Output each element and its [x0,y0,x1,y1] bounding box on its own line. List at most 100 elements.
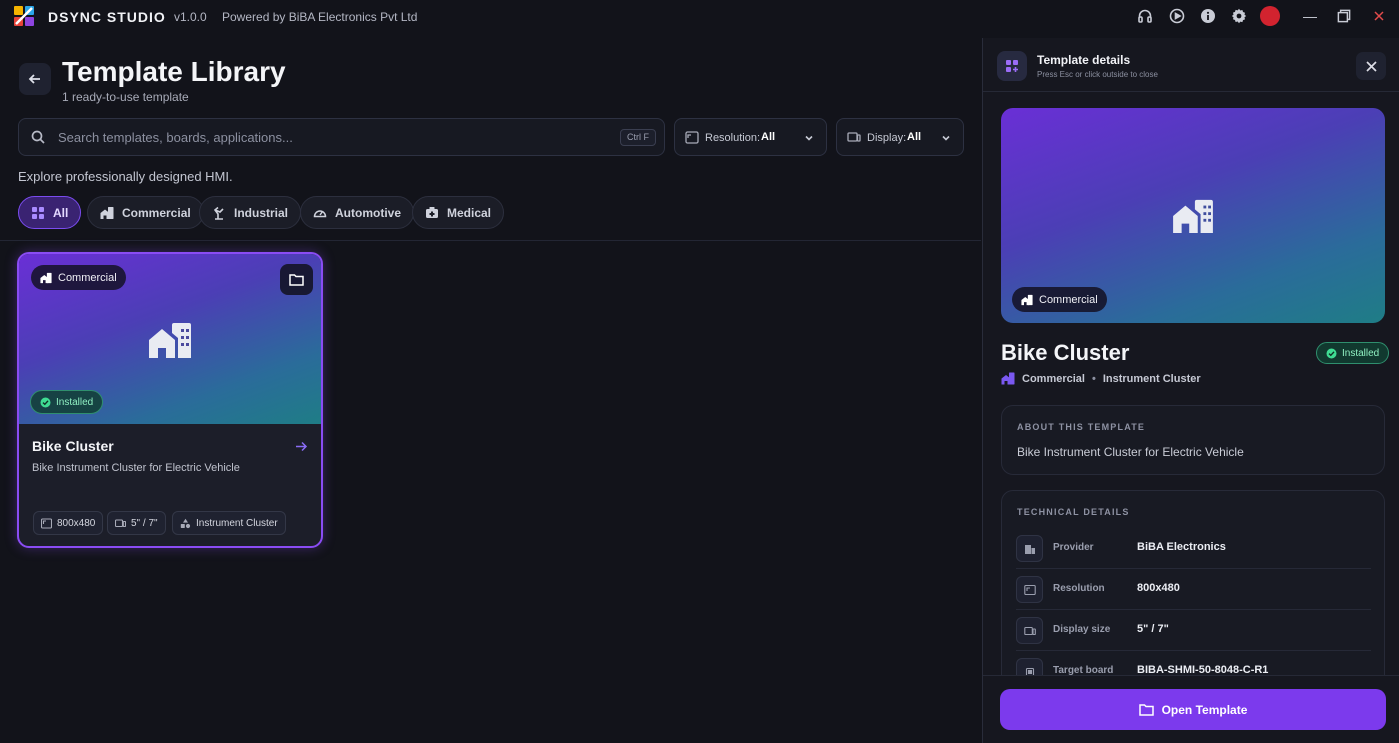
search-icon [31,130,45,144]
card-title: Bike Cluster [32,438,114,454]
play-icon[interactable] [1169,8,1185,24]
display-dropdown[interactable]: Display: All [836,118,964,156]
spec-chip-label: Instrument Cluster [196,517,278,529]
detail-label: Display size [1053,624,1111,635]
resolution-icon [685,131,699,144]
powered-by-text: Powered by BiBA Electronics Pvt Ltd [222,10,418,24]
template-library-main: Template Library 1 ready-to-use template… [0,38,981,743]
close-icon [1365,60,1377,72]
resolution-icon [41,517,52,529]
spec-chip-label: 800x480 [57,517,96,529]
app-logo-icon [14,6,34,26]
speedometer-icon [313,209,327,217]
panel-footer: Open Template [983,675,1399,743]
category-chip-label: Medical [447,205,492,220]
category-chip-label: Automotive [335,205,401,220]
detail-row-resolution: Resolution 800x480 [1016,569,1371,610]
display-label: Display: [867,132,907,144]
detail-row-display-size: Display size 5" / 7" [1016,610,1371,651]
category-chip-industrial[interactable]: Industrial [199,196,302,229]
spec-chip-type: Instrument Cluster [172,511,286,535]
folder-icon [289,274,304,286]
technical-label: TECHNICAL DETAILS [1017,507,1130,517]
building-icon [100,206,114,219]
meta-separator: • [1091,372,1096,385]
building-icon [40,272,52,283]
about-label: ABOUT THIS TEMPLATE [1017,422,1146,432]
building-icon [1016,535,1043,562]
category-chip-label: All [53,205,69,220]
check-circle-icon [1326,348,1337,358]
open-template-label: Open Template [1161,702,1248,717]
category-chip-all[interactable]: All [18,196,82,229]
spec-chip-resolution: 800x480 [33,511,104,535]
arrow-left-icon [28,74,40,84]
category-chip-label: Industrial [234,205,289,220]
resolution-dropdown[interactable]: Resolution: All [674,118,827,156]
open-folder-button[interactable] [280,264,313,295]
spec-chip-label: 5" / 7" [131,517,158,529]
meta-category: Commercial [1022,372,1085,385]
maximize-button[interactable] [1335,7,1353,25]
explore-text: Explore professionally designed HMI. [18,169,233,184]
display-icon [115,518,126,527]
arrow-right-icon[interactable] [295,440,308,453]
card-hero: Commercial Installed [19,254,321,424]
display-icon [847,132,861,142]
resolution-value: All [761,131,776,143]
chevron-down-icon [805,135,813,141]
info-icon[interactable] [1200,8,1216,24]
search-box[interactable]: Ctrl F [18,118,665,156]
panel-title: Template details [1037,53,1131,67]
installed-badge: Installed [30,390,104,414]
medical-icon [426,206,438,218]
category-badge-label: Commercial [1039,293,1098,306]
search-shortcut: Ctrl F [620,129,656,146]
gear-icon[interactable] [1231,8,1247,24]
category-chip-medical[interactable]: Medical [412,196,505,229]
close-window-button[interactable] [1371,8,1387,24]
about-text: Bike Instrument Cluster for Electric Veh… [1017,445,1244,459]
display-icon [1016,617,1043,644]
panel-hero-preview: Commercial [1001,108,1385,323]
spec-chip-display: 5" / 7" [107,511,166,535]
template-meta: Commercial • Instrument Cluster [1001,372,1201,385]
grid-plus-icon [1006,60,1018,72]
open-template-button[interactable]: Open Template [1000,689,1386,730]
detail-value: BiBA Electronics [1137,541,1226,553]
user-avatar[interactable] [1260,6,1280,26]
app-name: DSYNC STUDIO [48,9,166,25]
template-card-bike-cluster[interactable]: Commercial Installed Bike Cluster Bike I… [17,252,323,548]
building-icon [149,323,191,358]
category-badge: Commercial [1012,287,1107,312]
app-version: v1.0.0 [174,10,207,24]
category-chip-automotive[interactable]: Automotive [300,196,414,229]
meta-type: Instrument Cluster [1102,372,1201,385]
category-chip-commercial[interactable]: Commercial [87,196,204,229]
detail-value: 800x480 [1137,582,1180,594]
category-badge-label: Commercial [58,271,117,284]
headset-icon[interactable] [1137,8,1153,24]
close-panel-button[interactable] [1356,52,1386,80]
category-chip-label: Commercial [122,205,191,220]
detail-label: Provider [1053,542,1094,553]
section-divider [0,240,981,241]
detail-label: Resolution [1053,583,1105,594]
detail-value: 5" / 7" [1137,623,1169,635]
about-section: ABOUT THIS TEMPLATE Bike Instrument Clus… [1001,405,1385,475]
folder-icon [1138,704,1154,716]
resolution-icon [1016,576,1043,603]
grid-icon [32,206,44,219]
template-details-panel: Template details Press Esc or click outs… [982,38,1399,743]
check-circle-icon [40,397,51,407]
back-button[interactable] [19,63,51,95]
building-icon [1021,294,1033,305]
search-input[interactable] [58,127,598,147]
minimize-button[interactable]: — [1300,6,1320,26]
shapes-icon [180,518,191,528]
installed-label: Installed [1342,347,1380,359]
page-title: Template Library [62,56,286,87]
chevron-down-icon [942,135,950,141]
panel-hint: Press Esc or click outside to close [1037,70,1158,79]
template-title: Bike Cluster [1001,340,1130,365]
